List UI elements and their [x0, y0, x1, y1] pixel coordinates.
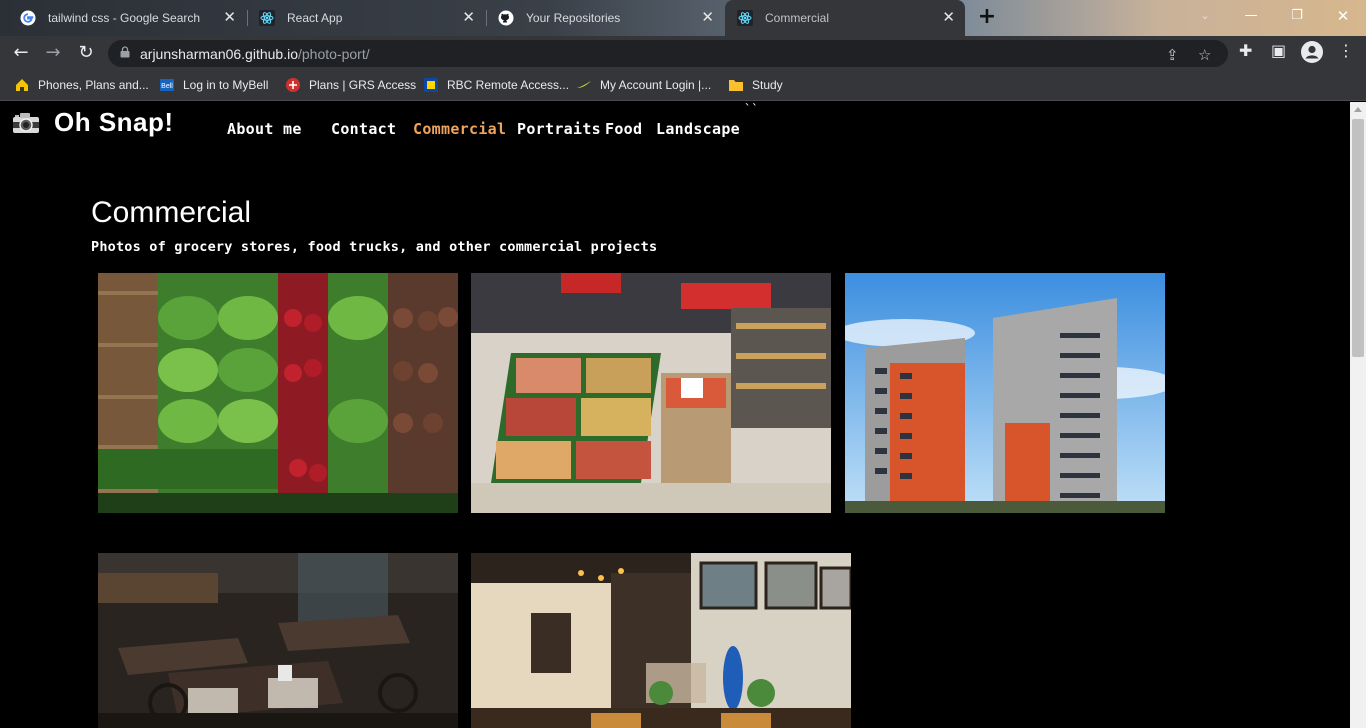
- photo-restaurant-dining[interactable]: [98, 553, 458, 728]
- address-bar[interactable]: arjunsharman06.github.io/photo-port/ ⇪ ☆: [108, 40, 1228, 67]
- bookmark-label: Study: [752, 78, 783, 92]
- tab-react-app[interactable]: React App ✕: [247, 0, 485, 36]
- site-logo[interactable]: Oh Snap!: [12, 107, 174, 138]
- close-tab-icon[interactable]: ✕: [462, 9, 475, 27]
- nav-about-me[interactable]: About me: [227, 120, 302, 138]
- scroll-up-arrow-icon[interactable]: [1354, 107, 1362, 112]
- side-panel-icon[interactable]: ▣: [1271, 41, 1286, 60]
- minimize-button[interactable]: —: [1236, 4, 1266, 28]
- share-icon[interactable]: ⇪: [1166, 46, 1179, 64]
- bookmark-label: Plans | GRS Access: [309, 78, 417, 92]
- photo-grocery-aisle[interactable]: [471, 273, 831, 513]
- tab-search-chevron-icon[interactable]: ⌄: [1190, 4, 1220, 28]
- tab-title: Your Repositories: [526, 11, 621, 25]
- browser-tab-strip: tailwind css - Google Search ✕ React App…: [0, 0, 1366, 36]
- close-tab-icon[interactable]: ✕: [701, 9, 714, 27]
- nav-contact[interactable]: Contact: [331, 120, 396, 138]
- bookmark-item[interactable]: Study: [728, 76, 783, 94]
- profile-avatar-icon[interactable]: [1300, 40, 1324, 68]
- photo-apartment-buildings[interactable]: [845, 273, 1165, 513]
- github-icon: [498, 10, 514, 26]
- bookmark-item[interactable]: RBC Remote Access...: [423, 76, 569, 94]
- back-button[interactable]: ←: [8, 40, 34, 66]
- photo-grocery-produce[interactable]: [98, 273, 458, 513]
- nav-food[interactable]: Food: [605, 120, 642, 138]
- page-scrollbar[interactable]: [1350, 102, 1366, 728]
- tab-title: React App: [287, 11, 343, 25]
- stray-text: ``: [744, 102, 759, 116]
- bookmark-house-icon: [14, 77, 30, 93]
- extensions-icon[interactable]: ✚: [1239, 41, 1252, 60]
- folder-icon: [728, 77, 744, 93]
- url-host: arjunsharman06.github.io: [140, 45, 298, 62]
- forward-button[interactable]: →: [40, 40, 66, 66]
- nav-landscape[interactable]: Landscape: [656, 120, 740, 138]
- tab-title: Commercial: [765, 11, 830, 25]
- react-icon: [259, 10, 275, 26]
- google-icon: [20, 10, 36, 26]
- life-icon: [285, 77, 301, 93]
- close-tab-icon[interactable]: ✕: [223, 9, 236, 27]
- photo-cafe-interior[interactable]: [471, 553, 851, 728]
- page-viewport: Oh Snap! About me Contact Commercial Por…: [0, 102, 1350, 728]
- close-window-button[interactable]: ✕: [1328, 4, 1358, 28]
- page-description: Photos of grocery stores, food trucks, a…: [91, 239, 658, 255]
- react-icon: [737, 10, 753, 26]
- bookmarks-bar: Phones, Plans and... Bell Log in to MyBe…: [0, 70, 1366, 101]
- lock-icon: [120, 46, 130, 58]
- bookmark-label: Log in to MyBell: [183, 78, 269, 92]
- bookmark-label: My Account Login |...: [600, 78, 712, 92]
- swoosh-icon: [576, 77, 592, 93]
- scrollbar-thumb[interactable]: [1352, 119, 1364, 357]
- browser-toolbar: ← → ↻ arjunsharman06.github.io/photo-por…: [0, 36, 1366, 70]
- bookmark-star-icon[interactable]: ☆: [1198, 46, 1211, 64]
- bookmark-item[interactable]: Bell Log in to MyBell: [159, 76, 268, 94]
- nav-commercial[interactable]: Commercial: [413, 120, 506, 138]
- camera-icon: [13, 112, 39, 133]
- new-tab-button[interactable]: +: [975, 6, 999, 30]
- bell-icon: Bell: [159, 77, 175, 93]
- tab-google-search[interactable]: tailwind css - Google Search ✕: [8, 0, 246, 36]
- bookmark-label: RBC Remote Access...: [447, 78, 570, 92]
- site-brand: Oh Snap!: [54, 107, 174, 137]
- svg-text:Bell: Bell: [161, 83, 173, 90]
- bookmark-label: Phones, Plans and...: [38, 78, 149, 92]
- bookmark-item[interactable]: Phones, Plans and...: [14, 76, 149, 94]
- nav-portraits[interactable]: Portraits: [517, 120, 601, 138]
- bookmark-item[interactable]: My Account Login |...: [576, 76, 711, 94]
- tab-commercial[interactable]: Commercial ✕: [725, 0, 965, 36]
- browser-menu-icon[interactable]: ⋮: [1338, 41, 1354, 60]
- reload-button[interactable]: ↻: [73, 40, 99, 66]
- restore-button[interactable]: ❐: [1282, 4, 1312, 28]
- url-path: /photo-port/: [298, 45, 370, 62]
- tab-title: tailwind css - Google Search: [48, 11, 201, 25]
- page-title: Commercial: [91, 196, 252, 229]
- close-tab-icon[interactable]: ✕: [942, 9, 955, 27]
- tab-your-repositories[interactable]: Your Repositories ✕: [486, 0, 724, 36]
- bookmark-item[interactable]: Plans | GRS Access: [285, 76, 416, 94]
- rbc-icon: [423, 77, 439, 93]
